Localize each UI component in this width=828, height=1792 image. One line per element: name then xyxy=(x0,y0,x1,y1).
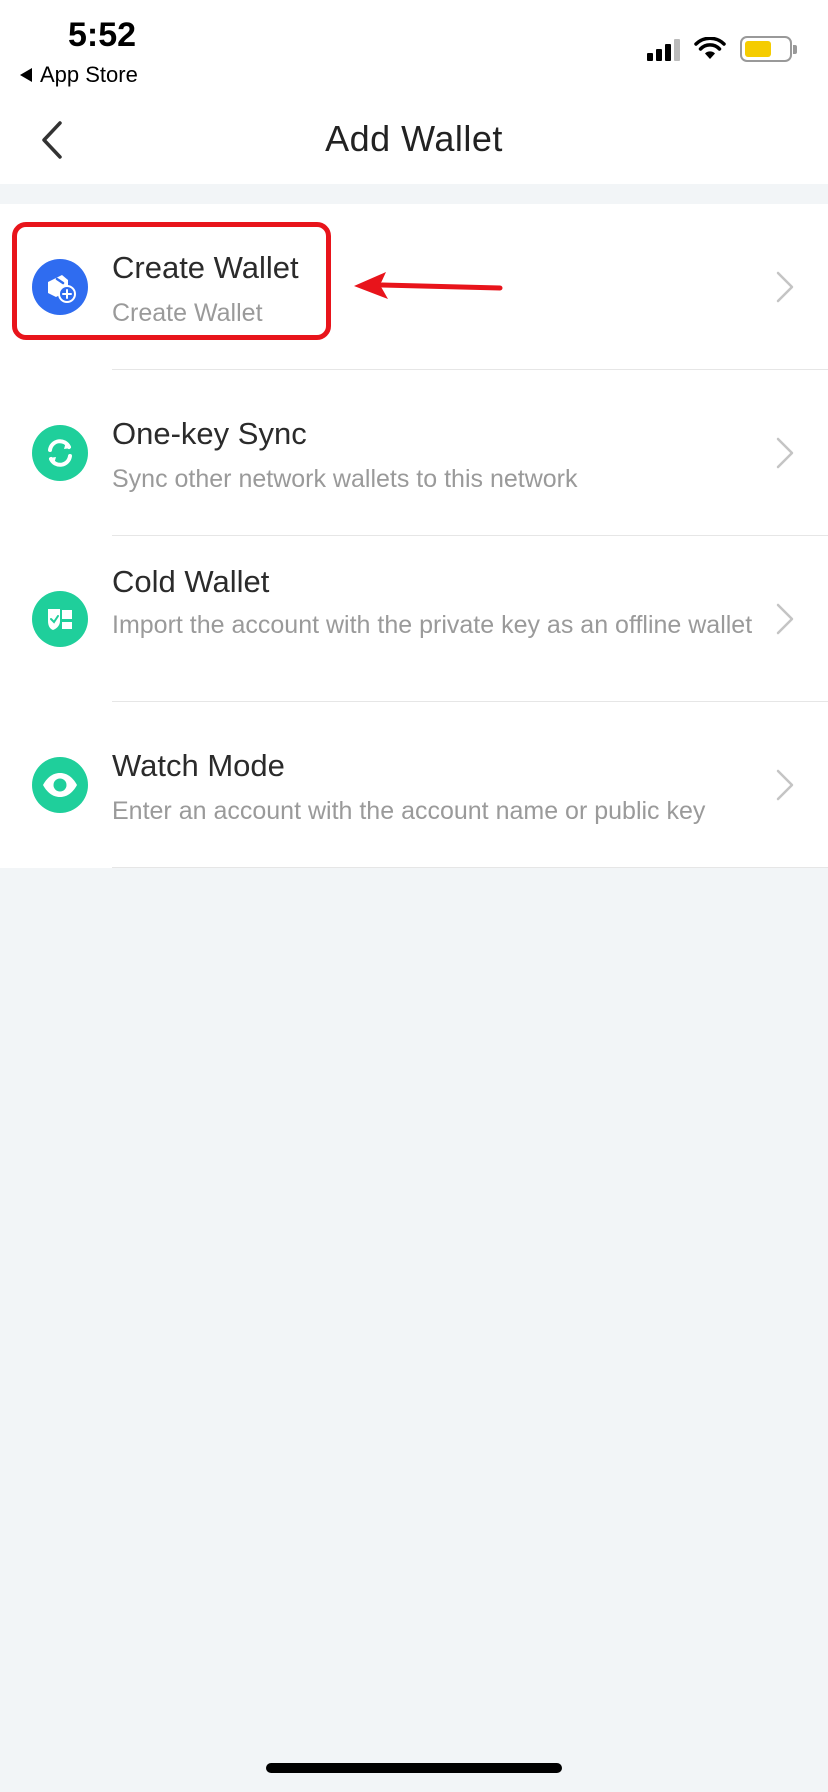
status-time: 5:52 xyxy=(68,16,137,54)
one-key-sync-option[interactable]: One-key Sync Sync other network wallets … xyxy=(0,370,828,536)
cold-wallet-title: Cold Wallet xyxy=(112,564,270,599)
shield-wallet-icon xyxy=(32,591,88,647)
chevron-right-icon xyxy=(776,437,794,469)
one-key-sync-subtitle: Sync other network wallets to this netwo… xyxy=(112,465,578,493)
divider xyxy=(112,867,828,868)
page-title: Add Wallet xyxy=(325,118,503,159)
chevron-right-icon xyxy=(776,769,794,801)
chevron-right-icon xyxy=(776,603,794,635)
back-to-app-store[interactable]: App Store xyxy=(20,62,138,88)
watch-mode-subtitle: Enter an account with the account name o… xyxy=(112,797,706,825)
watch-mode-title: Watch Mode xyxy=(112,748,285,783)
highlight-box xyxy=(12,222,331,340)
one-key-sync-title: One-key Sync xyxy=(112,416,307,451)
eye-icon xyxy=(32,757,88,813)
battery-level xyxy=(745,41,772,57)
sync-icon xyxy=(32,425,88,481)
navigation-bar: Add Wallet xyxy=(0,96,828,184)
battery-icon xyxy=(740,36,797,62)
watch-mode-option[interactable]: Watch Mode Enter an account with the acc… xyxy=(0,702,828,868)
back-triangle-icon xyxy=(20,68,32,82)
home-indicator[interactable] xyxy=(266,1763,562,1773)
status-bar: 5:52 App Store xyxy=(0,0,828,96)
status-indicators xyxy=(647,36,797,62)
cellular-signal-icon xyxy=(647,37,680,61)
wifi-icon xyxy=(694,37,726,59)
red-arrow-annotation xyxy=(354,272,503,299)
cold-wallet-subtitle: Import the account with the private key … xyxy=(112,611,753,639)
chevron-right-icon xyxy=(776,271,794,303)
cold-wallet-option[interactable]: Cold Wallet Import the account with the … xyxy=(0,536,828,702)
back-to-app-store-label: App Store xyxy=(40,62,138,87)
